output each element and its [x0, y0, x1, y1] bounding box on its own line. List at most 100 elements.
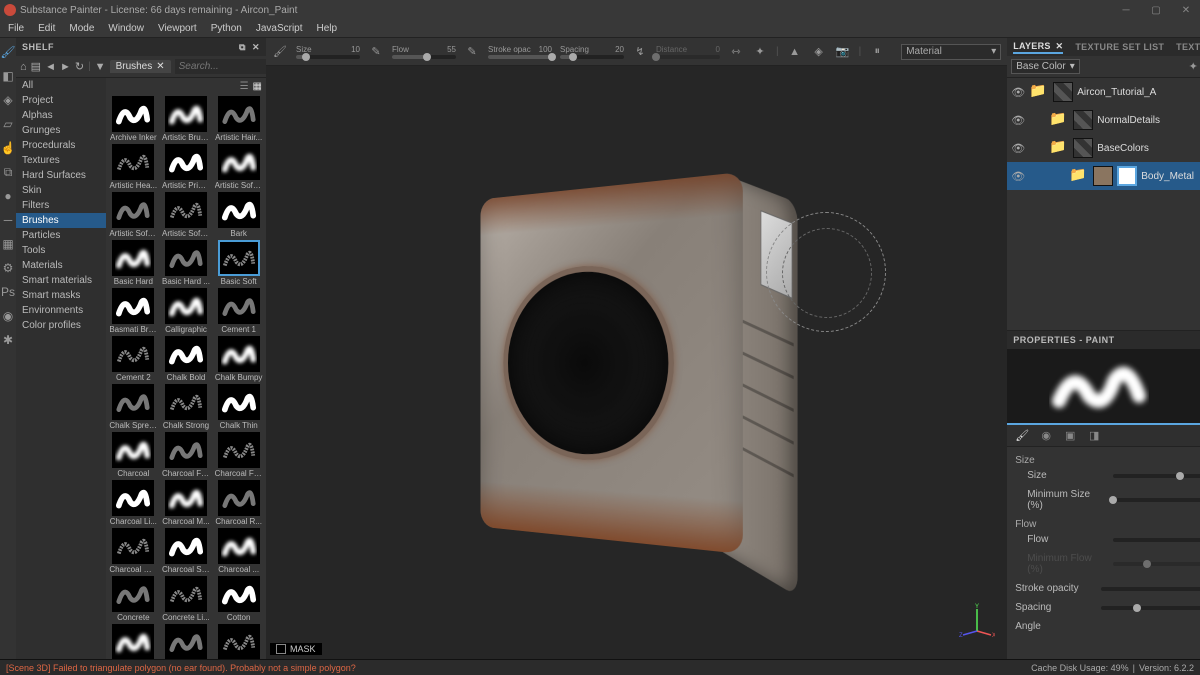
category-brushes[interactable]: Brushes [16, 213, 106, 228]
size-pressure-icon[interactable]: ✎ [368, 44, 384, 60]
brush-item[interactable]: Cotton [213, 576, 264, 622]
polyfill-tool-icon[interactable]: ▱ [0, 116, 16, 132]
maximize-button[interactable]: ▢ [1146, 3, 1166, 17]
category-skin[interactable]: Skin [16, 183, 106, 198]
brush-item[interactable]: Cement 2 [108, 336, 159, 382]
refresh-icon[interactable]: ↻ [75, 60, 84, 74]
brush-item[interactable]: Basmati Bru... [108, 288, 159, 334]
brush-item[interactable]: Charcoal Ra... [108, 528, 159, 574]
brush-mode-icon[interactable]: 🖌 [272, 44, 288, 60]
brush-item[interactable]: Chalk Thin [213, 384, 264, 430]
material-tab-icon[interactable]: ◨ [1087, 429, 1101, 443]
eraser-tool-icon[interactable]: ◧ [0, 68, 16, 84]
menu-mode[interactable]: Mode [69, 23, 94, 34]
layer-mask-thumb[interactable] [1117, 166, 1137, 186]
stencil-tab-icon[interactable]: ▣ [1063, 429, 1077, 443]
brush-item[interactable]: Artistic Hea... [108, 144, 159, 190]
brush-item[interactable]: Dark Hatcher [213, 624, 264, 659]
import-icon[interactable]: ▤ [31, 60, 41, 74]
brush-item[interactable]: Crystal [161, 624, 212, 659]
material-dropdown[interactable]: Material▾ [901, 44, 1001, 60]
brush-item[interactable]: Basic Hard [108, 240, 159, 286]
brush-item[interactable]: Chalk Bumpy [213, 336, 264, 382]
brush-item[interactable]: Artistic Soft ... [161, 192, 212, 238]
visibility-icon[interactable]: 👁 [1011, 85, 1025, 99]
tab-texture-set-list[interactable]: TEXTURE SET LIST [1075, 42, 1164, 52]
effect-icon[interactable]: ✦ [1185, 59, 1200, 75]
visibility-icon[interactable]: 👁 [1011, 169, 1025, 183]
brush-item[interactable]: Artistic Brus... [161, 96, 212, 142]
info-tool-icon[interactable]: ✱ [0, 332, 16, 348]
clone-tool-icon[interactable]: ⧉ [0, 164, 16, 180]
wand-icon[interactable]: ✦ [752, 44, 768, 60]
forward-icon[interactable]: ► [60, 60, 71, 74]
brush-item[interactable]: Concrete Li... [161, 576, 212, 622]
iray-tool-icon[interactable]: ◉ [0, 308, 16, 324]
undock-icon[interactable]: ⧉ [239, 42, 246, 53]
category-smart-materials[interactable]: Smart materials [16, 273, 106, 288]
brush-item[interactable]: Basic Hard ... [161, 240, 212, 286]
visibility-icon[interactable]: 👁 [1011, 141, 1025, 155]
layer-row[interactable]: 👁📁NormalDetailsNorm ▾100 ▾ [1007, 106, 1200, 134]
brush-item[interactable]: Calligraphic [161, 288, 212, 334]
brush-item[interactable]: Concrete [108, 576, 159, 622]
brush-item[interactable]: Chalk Spread [108, 384, 159, 430]
pause-icon[interactable]: ⏸ [869, 44, 885, 60]
grid-view-icon[interactable]: ▦ [253, 81, 262, 92]
flow-pressure-icon[interactable]: ✎ [464, 44, 480, 60]
brush-item[interactable]: Charcoal [108, 432, 159, 478]
filter-icon[interactable]: ▼ [95, 60, 106, 74]
back-icon[interactable]: ◄ [45, 60, 56, 74]
minsize-row[interactable]: Minimum Size (%) 0 [1027, 489, 1200, 511]
axis-gizmo[interactable]: X Y Z [959, 603, 995, 639]
brush-item[interactable]: Artistic Hair... [213, 96, 264, 142]
brush-item[interactable]: Chalk Bold [161, 336, 212, 382]
brush-item[interactable]: Charcoal St... [161, 528, 212, 574]
camera-icon[interactable]: 📷 [835, 44, 851, 60]
stroke-opacity-row[interactable]: Stroke opacity 100 [1015, 583, 1200, 594]
menu-file[interactable]: File [8, 23, 24, 34]
brush-item[interactable]: Cracks [108, 624, 159, 659]
brush-item[interactable]: Archive Inker [108, 96, 159, 142]
category-color-profiles[interactable]: Color profiles [16, 318, 106, 333]
brush-item[interactable]: Charcoal Li... [108, 480, 159, 526]
lazy-mouse-icon[interactable]: ↯ [632, 44, 648, 60]
category-filters[interactable]: Filters [16, 198, 106, 213]
category-grunges[interactable]: Grunges [16, 123, 106, 138]
size-slider-group[interactable]: Size10 [296, 45, 360, 59]
layer-mask-thumb[interactable] [1053, 82, 1073, 102]
spacing-row[interactable]: Spacing 20 [1015, 602, 1200, 613]
brushes-tab[interactable]: Brushes✕ [110, 60, 171, 73]
distance-slider-group[interactable]: Distance0 [656, 45, 720, 59]
minflow-row[interactable]: Minimum Flow (%) 20 [1027, 553, 1200, 575]
menu-edit[interactable]: Edit [38, 23, 55, 34]
flow-row[interactable]: Flow 55 ✎ [1027, 534, 1200, 545]
visibility-icon[interactable]: 👁 [1011, 113, 1025, 127]
layer-row[interactable]: 👁📁Body_MetalNorm ▾100 ▾ [1007, 162, 1200, 190]
spacing-slider-group[interactable]: Spacing20 [560, 45, 624, 59]
layer-thumb[interactable] [1093, 166, 1113, 186]
category-all[interactable]: All [16, 78, 106, 93]
brush-item[interactable]: Charcoal R... [213, 480, 264, 526]
brush-item[interactable]: Charcoal ... [213, 528, 264, 574]
tab-layers[interactable]: LAYERS ✕ [1013, 41, 1063, 54]
brush-item[interactable]: Cement 1 [213, 288, 264, 334]
resource-tool-icon[interactable]: ▦ [0, 236, 16, 252]
brush-item[interactable]: Artistic Soft ... [108, 192, 159, 238]
close-panel-icon[interactable]: ✕ [252, 42, 260, 53]
opacity-slider-group[interactable]: Stroke opac100 [488, 45, 552, 59]
layer-mask-thumb[interactable] [1073, 138, 1093, 158]
menu-viewport[interactable]: Viewport [158, 23, 197, 34]
layer-row[interactable]: 👁📁Aircon_Tutorial_ANorm ▾100 ▾ [1007, 78, 1200, 106]
category-hard-surfaces[interactable]: Hard Surfaces [16, 168, 106, 183]
angle-row[interactable]: Angle [1015, 621, 1200, 632]
brush-item[interactable]: Basic Soft [213, 240, 264, 286]
brush-item[interactable]: Charcoal Fu... [213, 432, 264, 478]
brush-item[interactable]: Chalk Strong [161, 384, 212, 430]
layer-mask-thumb[interactable] [1073, 110, 1093, 130]
settings-tool-icon[interactable]: ⚙ [0, 260, 16, 276]
close-tab-icon[interactable]: ✕ [156, 61, 164, 72]
close-button[interactable]: ✕ [1176, 3, 1196, 17]
paint-tool-icon[interactable]: 🖌 [0, 44, 16, 60]
channel-dropdown[interactable]: Base Color▾ [1011, 59, 1080, 74]
